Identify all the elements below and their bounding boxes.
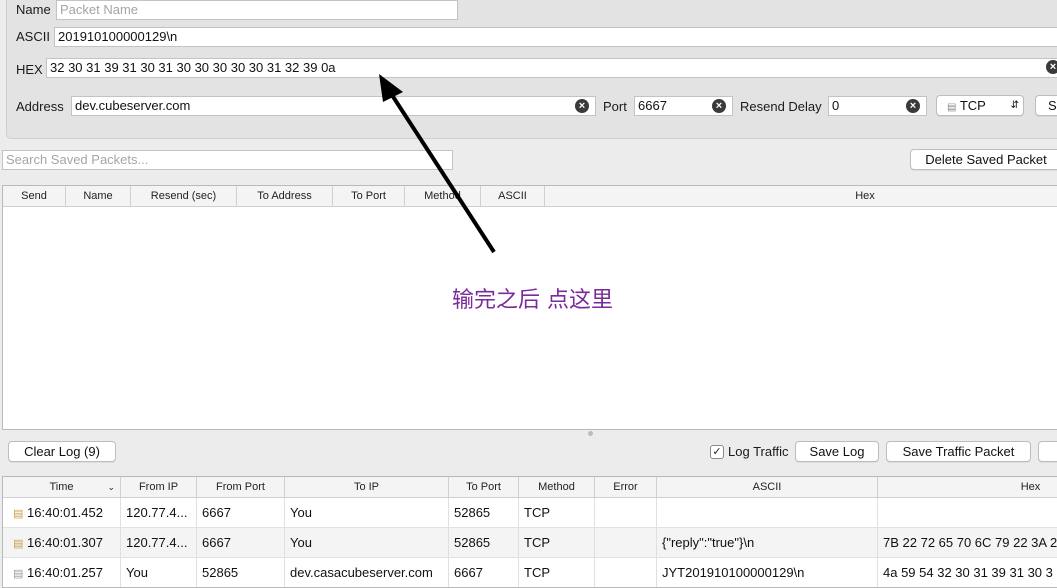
- save-traffic-packet-button[interactable]: Save Traffic Packet: [886, 441, 1031, 462]
- cell-to-port: 52865: [449, 498, 519, 528]
- cell-time: ▤ 16:40:01.452: [3, 498, 121, 528]
- col-hex[interactable]: Hex: [878, 477, 1057, 497]
- clear-log-button[interactable]: Clear Log (9): [8, 441, 116, 462]
- col-error[interactable]: Error: [595, 477, 657, 497]
- traffic-log-header: Time ⌄ From IP From Port To IP To Port M…: [3, 477, 1057, 498]
- cell-ascii: {"reply":"true"}\n: [657, 528, 878, 558]
- splitter-handle[interactable]: [588, 431, 593, 436]
- time-text: 16:40:01.257: [27, 565, 103, 580]
- cell-method: TCP: [519, 558, 595, 587]
- cell-method: TCP: [519, 528, 595, 558]
- time-text: 16:40:01.307: [27, 535, 103, 550]
- log-traffic-label: Log Traffic: [728, 444, 789, 459]
- cell-hex: 4a 59 54 32 30 31 39 31 30 3: [883, 565, 1053, 580]
- cell-from-port: 52865: [197, 558, 285, 587]
- cell-to-port: 6667: [449, 558, 519, 587]
- tray-icon: ▤: [13, 508, 24, 520]
- cell-to-ip: You: [285, 528, 449, 558]
- col-from-ip[interactable]: From IP: [121, 477, 197, 497]
- col-to-ip[interactable]: To IP: [285, 477, 449, 497]
- col-to-port[interactable]: To Port: [449, 477, 519, 497]
- extra-button-partial[interactable]: [1038, 441, 1057, 462]
- table-row[interactable]: ▤ 16:40:01.452 120.77.4... 6667 You 5286…: [3, 498, 1057, 528]
- table-row[interactable]: ▤ 16:40:01.257 You 52865 dev.casacubeser…: [3, 558, 1057, 587]
- cell-from-ip: 120.77.4...: [121, 498, 197, 528]
- cell-from-ip: You: [121, 558, 197, 587]
- cell-hex: [878, 498, 1057, 528]
- cell-hex: 7B 22 72 65 70 6C 79 22 3A 2: [883, 535, 1057, 550]
- cell-error: [595, 558, 657, 587]
- time-text: 16:40:01.452: [27, 505, 103, 520]
- cell-error: [595, 498, 657, 528]
- log-traffic-checkbox[interactable]: ✓: [710, 445, 724, 459]
- tray-icon: ▤: [13, 538, 24, 550]
- table-row[interactable]: ▤ 16:40:01.307 120.77.4... 6667 You 5286…: [3, 528, 1057, 558]
- cell-to-port: 52865: [449, 528, 519, 558]
- cell-ascii: [657, 498, 878, 528]
- cell-to-ip: dev.casacubeserver.com: [285, 558, 449, 587]
- col-method[interactable]: Method: [519, 477, 595, 497]
- cell-from-ip: 120.77.4...: [121, 528, 197, 558]
- cell-method: TCP: [519, 498, 595, 528]
- cell-time: ▤ 16:40:01.307: [3, 528, 121, 558]
- cell-to-ip: You: [285, 498, 449, 528]
- cell-from-port: 6667: [197, 528, 285, 558]
- cell-ascii: JYT201910100000129\n: [657, 558, 878, 587]
- cell-from-port: 6667: [197, 498, 285, 528]
- col-from-port[interactable]: From Port: [197, 477, 285, 497]
- cell-time: ▤ 16:40:01.257: [3, 558, 121, 587]
- annotation-text: 输完之后 点这里: [452, 288, 613, 313]
- cell-error: [595, 528, 657, 558]
- tray-icon: ▤: [13, 568, 24, 580]
- traffic-log-table: Time ⌄ From IP From Port To IP To Port M…: [2, 476, 1057, 588]
- chevron-down-icon: ⌄: [107, 482, 115, 492]
- col-time-label: Time: [49, 481, 74, 493]
- col-time[interactable]: Time ⌄: [3, 477, 121, 497]
- save-log-button[interactable]: Save Log: [795, 441, 879, 462]
- col-ascii[interactable]: ASCII: [657, 477, 878, 497]
